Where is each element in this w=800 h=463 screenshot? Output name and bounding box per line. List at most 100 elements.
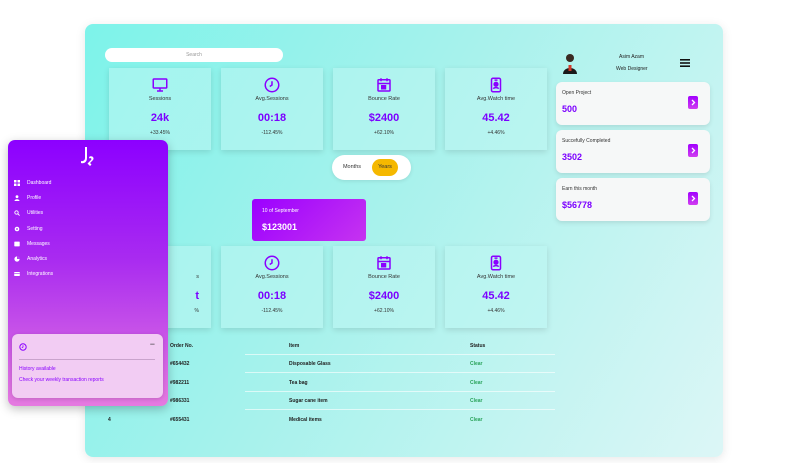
stat-title: Bounce Rate bbox=[368, 96, 400, 102]
stat-card-avg-sessions: Avg.Sessions 00:18 -112.45% bbox=[221, 68, 323, 150]
status-badge: Clear bbox=[470, 380, 483, 386]
info-value: 500 bbox=[562, 104, 578, 114]
stat-title: Bounce Rate bbox=[368, 274, 400, 280]
info-label: Open Project bbox=[562, 90, 592, 96]
dashboard-icon bbox=[14, 180, 20, 186]
stat-change: -112.45% bbox=[261, 130, 283, 136]
status-badge: Clear bbox=[470, 398, 483, 404]
header-order-no: Order No. bbox=[170, 343, 194, 349]
stat-value: 45.42 bbox=[482, 112, 510, 124]
sidebar: Dashboard Profile Utilities Setting Mess… bbox=[8, 140, 168, 406]
sidebar-item-utilities[interactable]: Utilities bbox=[14, 208, 114, 220]
stat-value: 45.42 bbox=[482, 290, 510, 302]
item-name: Sugar cane item bbox=[289, 398, 328, 404]
stat-change: +4.46% bbox=[487, 130, 505, 136]
sidebar-item-label: Profile bbox=[27, 195, 42, 201]
sidebar-item-setting[interactable]: Setting bbox=[14, 224, 114, 236]
stat-title: Sessions bbox=[148, 96, 172, 102]
avatar bbox=[563, 54, 577, 74]
sidebar-item-label: Integrations bbox=[27, 271, 54, 277]
stat-change: +62.10% bbox=[374, 308, 394, 314]
row-divider bbox=[245, 409, 555, 410]
sidebar-item-label: Dashboard bbox=[27, 180, 52, 186]
row-number: 4 bbox=[108, 417, 111, 423]
info-value: 3502 bbox=[562, 152, 583, 162]
stat-change: +4.46% bbox=[487, 308, 505, 314]
sidebar-item-dashboard[interactable]: Dashboard bbox=[14, 178, 114, 190]
table-row[interactable]: 4 #655431 Medical items Clear bbox=[85, 411, 555, 429]
stat-change: +62.10% bbox=[374, 130, 394, 136]
info-label: Earn this month bbox=[562, 186, 598, 192]
stat-card-watch-time-2: Avg.Watch time 45.42 +4.46% bbox=[445, 246, 547, 328]
status-badge: Clear bbox=[470, 361, 483, 367]
order-number: #654432 bbox=[170, 361, 190, 367]
period-toggle: Months Years bbox=[332, 155, 411, 180]
stat-card-watch-time: Avg.Watch time 45.42 +4.46% bbox=[445, 68, 547, 150]
date-summary-card: 10 of September $123001 bbox=[252, 199, 366, 241]
toggle-months[interactable]: Months bbox=[338, 159, 366, 176]
row-divider bbox=[245, 372, 555, 373]
order-number: #655431 bbox=[170, 417, 190, 423]
integrations-icon bbox=[14, 272, 20, 276]
info-open-button[interactable] bbox=[688, 144, 698, 157]
chevron-right-icon bbox=[691, 147, 696, 154]
item-name: Medical items bbox=[289, 417, 322, 423]
id-badge-icon bbox=[490, 255, 502, 271]
info-card-completed: Succefully Completed 3502 bbox=[556, 130, 710, 173]
collapse-button[interactable]: − bbox=[150, 339, 155, 349]
stat-value: 00:18 bbox=[257, 290, 287, 302]
sidebar-item-messages[interactable]: Messages bbox=[14, 239, 114, 251]
search-input[interactable] bbox=[105, 48, 283, 62]
calendar-icon bbox=[377, 256, 391, 270]
chevron-right-icon bbox=[691, 195, 696, 202]
order-number: #986331 bbox=[170, 398, 190, 404]
clock-icon bbox=[19, 343, 27, 351]
header-item: Item bbox=[289, 343, 300, 349]
stat-value: 00:18 bbox=[257, 112, 287, 124]
date-amount: $123001 bbox=[262, 222, 298, 232]
stat-card-bounce-rate-2: Bounce Rate $2400 +62.10% bbox=[333, 246, 435, 328]
info-label: Succefully Completed bbox=[562, 138, 611, 144]
info-card-open-project: Open Project 500 bbox=[556, 82, 710, 125]
stat-title: Avg.Watch time bbox=[476, 274, 516, 280]
hamburger-menu-icon[interactable] bbox=[680, 58, 690, 68]
message-icon bbox=[14, 241, 20, 247]
stat-value: $2400 bbox=[368, 112, 400, 124]
clock-icon bbox=[264, 77, 280, 93]
stat-card-bounce-rate: Bounce Rate $2400 +62.10% bbox=[333, 68, 435, 150]
history-card[interactable]: − History available Check your weekly tr… bbox=[12, 334, 163, 398]
id-badge-icon bbox=[490, 77, 502, 93]
app-logo bbox=[81, 147, 94, 166]
clock-icon bbox=[264, 255, 280, 271]
order-number: #982211 bbox=[170, 380, 190, 386]
sidebar-item-label: Setting bbox=[27, 226, 43, 232]
date-label: 10 of September bbox=[262, 208, 299, 214]
monitor-icon bbox=[152, 78, 168, 92]
sidebar-item-integrations[interactable]: Integrations bbox=[14, 269, 114, 281]
item-name: Disposable Glass bbox=[289, 361, 331, 367]
user-icon bbox=[14, 195, 20, 201]
stat-title: Avg.Watch time bbox=[476, 96, 516, 102]
profile-role: Web Designer bbox=[616, 66, 648, 72]
info-open-button[interactable] bbox=[688, 192, 698, 205]
sidebar-item-analytics[interactable]: Analytics bbox=[14, 254, 114, 266]
info-value: $56778 bbox=[562, 200, 593, 210]
chevron-right-icon bbox=[691, 99, 696, 106]
sidebar-item-label: Analytics bbox=[27, 256, 48, 262]
search-icon bbox=[14, 210, 20, 216]
history-divider bbox=[19, 359, 155, 360]
calendar-icon bbox=[377, 78, 391, 92]
dashboard-panel: Sessions 24k +33.45% Avg.Sessions 00:18 … bbox=[85, 24, 723, 457]
status-badge: Clear bbox=[470, 417, 483, 423]
info-open-button[interactable] bbox=[688, 96, 698, 109]
stat-title: Avg.Sessions bbox=[255, 96, 289, 102]
item-name: Tea bag bbox=[289, 380, 308, 386]
profile-name: Asim Azam bbox=[619, 54, 645, 60]
chart-icon bbox=[14, 256, 20, 262]
sidebar-item-profile[interactable]: Profile bbox=[14, 193, 114, 205]
gear-icon bbox=[14, 226, 20, 232]
stat-card-sessions: Sessions 24k +33.45% bbox=[109, 68, 211, 150]
sidebar-item-label: Messages bbox=[27, 241, 50, 247]
toggle-years[interactable]: Years bbox=[372, 159, 398, 176]
stat-change: -112.45% bbox=[261, 308, 283, 314]
